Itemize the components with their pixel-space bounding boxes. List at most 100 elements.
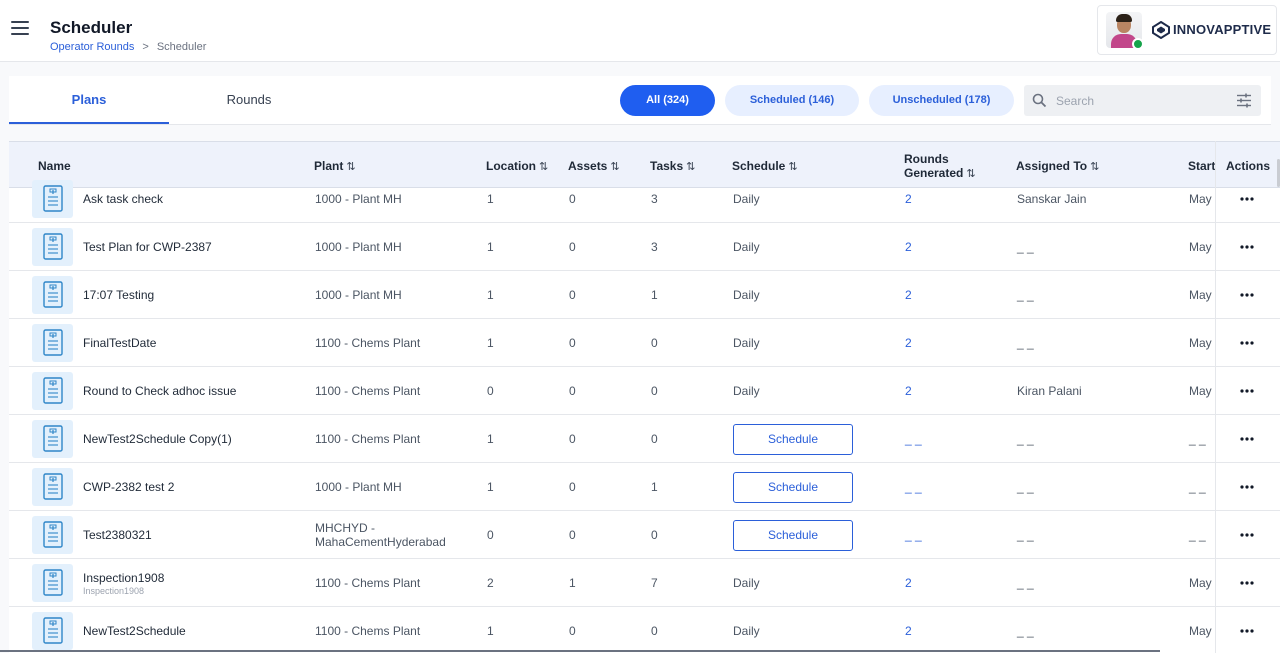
assets-cell: 0 — [569, 192, 576, 206]
table-row[interactable]: CWP-2382 test 2 1000 - Plant MH 1 0 1 Schedul… — [9, 463, 1280, 511]
rounds-generated-link[interactable]: _ _ — [905, 528, 922, 542]
sort-icon[interactable]: ⇅ — [1090, 161, 1099, 173]
horizontal-scrollbar[interactable] — [0, 650, 1160, 652]
filter-settings-icon[interactable] — [1236, 93, 1252, 108]
assigned-to-cell: _ _ — [1017, 288, 1034, 302]
rounds-generated-link[interactable]: _ _ — [905, 432, 922, 446]
sort-icon[interactable]: ⇅ — [610, 161, 619, 173]
filter-all-button[interactable]: All (324) — [620, 85, 715, 116]
brand-name: INNOVAPPTIVE — [1173, 22, 1272, 37]
location-cell: 2 — [487, 576, 494, 590]
plan-name[interactable]: NewTest2Schedule — [83, 624, 186, 638]
table-row[interactable]: FinalTestDate 1100 - Chems Plant 1 0 0 Daily 2… — [9, 319, 1280, 367]
page-title: Scheduler — [50, 18, 133, 37]
sort-icon[interactable]: ⇅ — [686, 161, 695, 173]
location-cell: 0 — [487, 528, 494, 542]
plant-cell: 1100 - Chems Plant — [315, 384, 421, 398]
more-actions-icon[interactable] — [1240, 293, 1254, 297]
plan-document-icon — [32, 564, 73, 602]
more-actions-icon[interactable] — [1240, 533, 1254, 537]
table-row[interactable]: Test2380321 MHCHYD - MahaCementHyderabad 0 0… — [9, 511, 1280, 559]
assigned-to-cell: _ _ — [1017, 336, 1034, 350]
more-actions-icon[interactable] — [1240, 581, 1254, 585]
column-header-plant[interactable]: Plant ⇅ — [314, 159, 356, 173]
table-row[interactable]: Ask task check 1000 - Plant MH 1 0 3 Daily 2 Sa… — [9, 175, 1280, 223]
assets-cell: 0 — [569, 288, 576, 302]
user-brand-panel[interactable]: INNOVAPPTIVE — [1097, 5, 1277, 55]
more-actions-icon[interactable] — [1240, 485, 1254, 489]
schedule-button[interactable]: Schedule — [733, 520, 853, 551]
plan-name[interactable]: FinalTestDate — [83, 336, 156, 350]
column-header-actions: Actions — [1226, 159, 1271, 173]
schedule-cell: Daily — [733, 576, 760, 590]
assigned-to-cell: _ _ — [1017, 240, 1034, 254]
rounds-generated-link[interactable]: 2 — [905, 240, 912, 254]
rounds-generated-link[interactable]: 2 — [905, 192, 912, 206]
table-row[interactable]: NewTest2Schedule 1100 - Chems Plant 1 0 0 Dai… — [9, 607, 1280, 653]
schedule-button[interactable]: Schedule — [733, 472, 853, 503]
plan-name[interactable]: CWP-2382 test 2 — [83, 480, 174, 494]
column-header-assets[interactable]: Assets ⇅ — [568, 159, 620, 173]
sort-icon[interactable]: ⇅ — [788, 161, 797, 173]
rounds-generated-link[interactable]: 2 — [905, 336, 912, 350]
plan-name[interactable]: Inspection1908 — [83, 571, 164, 585]
plan-name[interactable]: 17:07 Testing — [83, 288, 154, 302]
plan-name[interactable]: Test2380321 — [83, 528, 152, 542]
location-cell: 1 — [487, 192, 494, 206]
tasks-cell: 0 — [651, 432, 658, 446]
table-row[interactable]: 17:07 Testing 1000 - Plant MH 1 0 1 Daily 2 _ _… — [9, 271, 1280, 319]
table-row[interactable]: Test Plan for CWP-2387 1000 - Plant MH 1 0 3… — [9, 223, 1280, 271]
table-row[interactable]: Round to Check adhoc issue 1100 - Chems P… — [9, 367, 1280, 415]
rounds-generated-link[interactable]: 2 — [905, 288, 912, 302]
filter-scheduled-button[interactable]: Scheduled (146) — [725, 85, 859, 116]
column-header-assets-label: Assets — [568, 159, 608, 173]
column-header-location[interactable]: Location ⇅ — [486, 159, 548, 173]
rounds-generated-link[interactable]: 2 — [905, 624, 912, 638]
plant-cell: 1100 - Chems Plant — [315, 624, 421, 638]
sort-icon[interactable]: ⇅ — [346, 161, 355, 173]
more-actions-icon[interactable] — [1240, 437, 1254, 441]
rounds-generated-link[interactable]: 2 — [905, 576, 912, 590]
plan-name[interactable]: Ask task check — [83, 192, 163, 206]
start-cell: May — [1189, 576, 1212, 590]
column-header-assigned-label: Assigned To — [1016, 159, 1088, 173]
more-actions-icon[interactable] — [1240, 389, 1254, 393]
column-header-schedule[interactable]: Schedule ⇅ — [732, 159, 798, 173]
schedule-button[interactable]: Schedule — [733, 424, 853, 455]
plan-subtitle: Inspection1908 — [83, 586, 145, 596]
start-cell: May — [1189, 192, 1212, 206]
column-header-assigned-to[interactable]: Assigned To ⇅ — [1016, 159, 1099, 173]
rounds-generated-link[interactable]: 2 — [905, 384, 912, 398]
location-cell: 1 — [487, 480, 494, 494]
plan-name[interactable]: Test Plan for CWP-2387 — [83, 240, 212, 254]
table-row[interactable]: Inspection1908 Inspection1908 1100 - Chems… — [9, 559, 1280, 607]
tab-rounds[interactable]: Rounds — [169, 76, 329, 124]
filter-unscheduled-button[interactable]: Unscheduled (178) — [869, 85, 1014, 116]
assets-cell: 0 — [569, 624, 576, 638]
table-row[interactable]: NewTest2Schedule Copy(1) 1100 - Chems Pla… — [9, 415, 1280, 463]
sort-icon[interactable]: ⇅ — [539, 161, 548, 173]
breadcrumb-current: Scheduler — [156, 41, 207, 53]
breadcrumb-operator-rounds-link[interactable]: Operator Rounds — [50, 41, 134, 53]
plan-name[interactable]: Round to Check adhoc issue — [83, 384, 236, 398]
tab-plans[interactable]: Plans — [9, 76, 169, 124]
schedule-cell: Daily — [733, 384, 760, 398]
start-cell: _ _ — [1189, 432, 1206, 446]
more-actions-icon[interactable] — [1240, 197, 1254, 201]
rounds-generated-link[interactable]: _ _ — [905, 480, 922, 494]
column-header-tasks[interactable]: Tasks ⇅ — [650, 159, 695, 173]
tasks-cell: 3 — [651, 240, 658, 254]
more-actions-icon[interactable] — [1240, 245, 1254, 249]
schedule-cell: Daily — [733, 624, 760, 638]
plan-name[interactable]: NewTest2Schedule Copy(1) — [83, 432, 232, 446]
start-cell: _ _ — [1189, 528, 1206, 542]
more-actions-icon[interactable] — [1240, 341, 1254, 345]
hamburger-menu-icon[interactable] — [11, 21, 29, 35]
assigned-to-cell: _ _ — [1017, 576, 1034, 590]
schedule-cell: Daily — [733, 336, 760, 350]
more-actions-icon[interactable] — [1240, 629, 1254, 633]
plan-document-icon — [32, 228, 73, 266]
plant-cell-line2: MahaCementHyderabad — [315, 535, 446, 549]
search-input[interactable] — [1056, 90, 1226, 111]
start-cell: May — [1189, 240, 1212, 254]
